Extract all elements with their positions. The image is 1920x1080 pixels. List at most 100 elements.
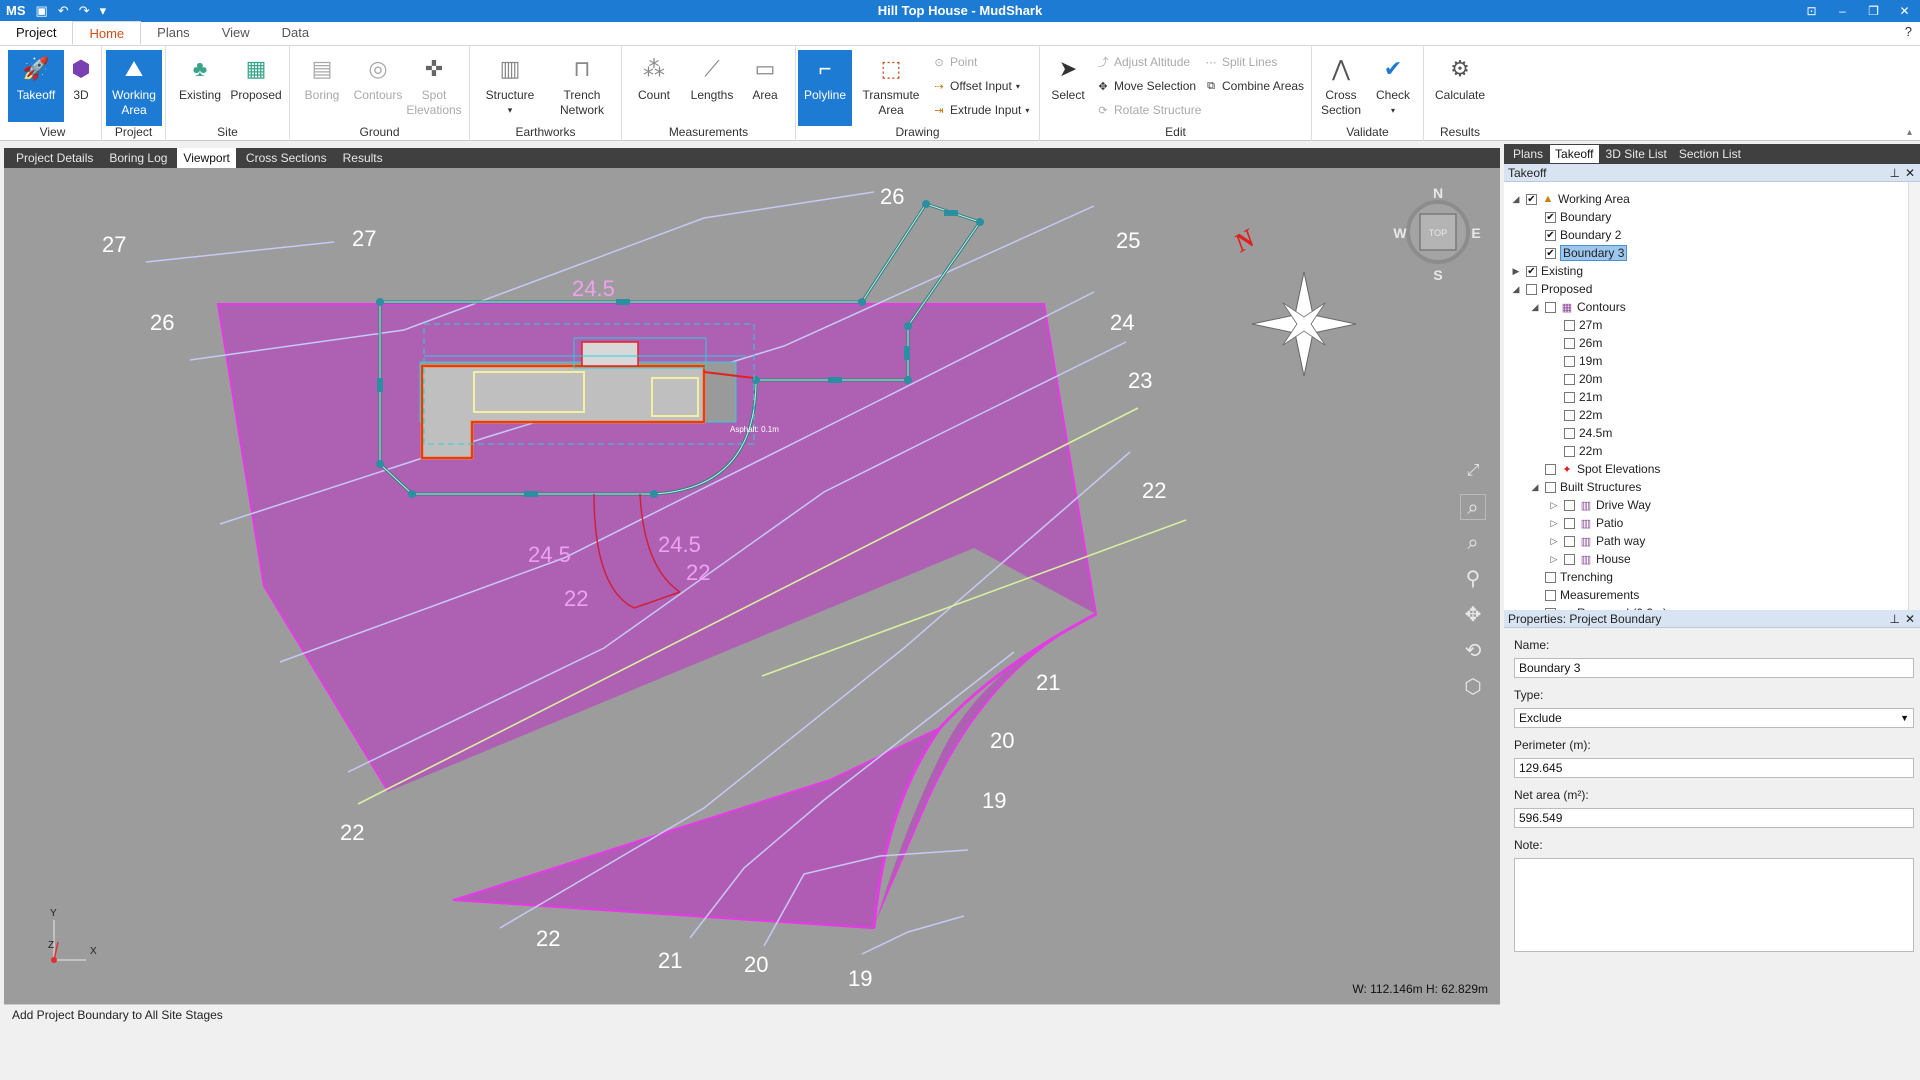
name-field[interactable]: Boundary 3 [1514,658,1914,678]
takeoff-button[interactable]: 🚀 Takeoff [8,50,64,122]
zoom-previous-icon[interactable]: ⌕ [1460,530,1486,556]
restore-icon[interactable]: ❐ [1858,0,1889,22]
type-select[interactable]: Exclude ▼ [1514,708,1914,728]
redo-icon[interactable]: ↷ [79,0,90,22]
tree-item-checkbox[interactable] [1545,571,1556,583]
tree-item-checkbox[interactable] [1564,553,1575,565]
tree-item-checkbox[interactable] [1545,481,1556,493]
tree-item[interactable]: ✦ Spot Elevations [1529,460,1660,478]
tree-item-checkbox[interactable] [1564,535,1575,547]
compass-n[interactable]: N [1433,185,1443,201]
offset-input-button[interactable]: ⇢ Offset Input ▾ [932,76,1019,96]
tree-item[interactable]: ✔ Boundary [1529,208,1611,226]
tree-item-checkbox[interactable]: ✔ [1545,211,1556,223]
compass-e[interactable]: E [1471,225,1480,241]
extrude-input-button[interactable]: ⇥ Extrude Input ▾ [932,100,1029,120]
tree-scrollbar[interactable] [1908,182,1920,610]
tree-item-checkbox[interactable]: ✔ [1526,193,1537,205]
expand-toggle-icon[interactable]: ◢ [1529,302,1541,313]
tree-item-checkbox[interactable] [1564,355,1575,367]
tree-item[interactable]: 26m [1548,334,1602,352]
calculate-button[interactable]: ⚙ Calculate [1428,50,1492,122]
ribbon-display-icon[interactable]: ⊡ [1796,0,1827,22]
help-icon[interactable]: ? [1905,24,1912,39]
tree-item-checkbox[interactable] [1545,589,1556,601]
tree-item[interactable]: 19m [1548,352,1602,370]
expand-toggle-icon[interactable]: ◢ [1529,482,1541,493]
expand-toggle-icon[interactable]: ▶ [1510,266,1522,277]
tree-item[interactable]: Trenching [1529,568,1613,586]
compass-s[interactable]: S [1433,267,1442,283]
tree-item-checkbox[interactable] [1564,373,1575,385]
close-panel-icon[interactable]: ✕ [1905,164,1915,182]
close-panel-icon[interactable]: ✕ [1905,610,1915,628]
tab-viewport[interactable]: Viewport [177,148,236,168]
tree-item[interactable]: ◢ Proposed [1510,280,1593,298]
tab-takeoff-panel[interactable]: Takeoff [1550,145,1599,163]
tree-item-checkbox[interactable] [1564,427,1575,439]
point-button[interactable]: ⊙ Point [932,52,977,72]
tree-item[interactable]: ◢ Built Structures [1529,478,1642,496]
combine-areas-button[interactable]: ⧉ Combine Areas [1204,76,1304,96]
view-box-icon[interactable]: ⬡ [1460,674,1486,700]
undo-icon[interactable]: ↶ [58,0,69,22]
trench-network-button[interactable]: ⊓ Trench Network [550,50,614,128]
expand-toggle-icon[interactable]: ▷ [1548,518,1560,529]
transmute-area-button[interactable]: ⬚ Transmute Area [858,50,924,128]
tree-item[interactable]: ▷ ▥ Patio [1548,514,1624,532]
tab-cross-sections[interactable]: Cross Sections [240,148,333,168]
tree-item-checkbox[interactable]: ✔ [1545,229,1556,241]
pin-icon[interactable]: ⊥ [1890,164,1900,182]
count-button[interactable]: ⁂ Count [626,50,682,122]
customize-icon[interactable]: ▾ [100,0,107,22]
pan-icon[interactable]: ✥ [1460,602,1486,628]
check-button[interactable]: ✔ Check ▾ [1368,50,1418,122]
tree-item-checkbox[interactable] [1545,301,1556,313]
tree-item-checkbox[interactable]: ✔ [1526,265,1537,277]
tree-item-checkbox[interactable] [1564,319,1575,331]
tree-item[interactable]: ▷ ▥ House [1548,550,1631,568]
tree-item[interactable]: Measurements [1529,586,1639,604]
zoom-window-icon[interactable]: ⌕ [1460,494,1486,520]
perimeter-field[interactable]: 129.645 [1514,758,1914,778]
tree-item[interactable]: 27m [1548,316,1602,334]
tree-item[interactable]: ✔ Boundary 2 [1529,226,1621,244]
zoom-icon[interactable]: ⚲ [1460,566,1486,592]
tab-results[interactable]: Results [337,148,389,168]
expand-toggle-icon[interactable]: ▷ [1548,554,1560,565]
rotate-structure-button[interactable]: ⟳ Rotate Structure [1096,100,1201,120]
adjust-altitude-button[interactable]: ⤴ Adjust Altitude [1096,52,1191,72]
compass-w[interactable]: W [1393,225,1407,241]
tree-item[interactable]: ◢ ▦ Contours [1529,298,1626,316]
existing-button[interactable]: ♣ Existing [172,50,228,122]
tree-item[interactable]: 24.5m [1548,424,1612,442]
tree-item[interactable]: ▶ ✔ Existing [1510,262,1584,280]
select-button[interactable]: ➤ Select [1044,50,1092,122]
working-area-button[interactable]: ⛰ Working Area [106,50,162,126]
note-field[interactable] [1514,858,1914,952]
tree-item-checkbox[interactable] [1564,409,1575,421]
viewport-canvas[interactable]: Asphalt: 0.1m 27 27 26 26 25 24 23 22 22… [4,168,1500,1004]
tree-item-checkbox[interactable] [1564,391,1575,403]
close-icon[interactable]: ✕ [1889,0,1920,22]
minimize-icon[interactable]: – [1827,0,1858,22]
tab-plans-panel[interactable]: Plans [1508,145,1548,163]
expand-toggle-icon[interactable]: ◢ [1510,194,1522,205]
3d-button[interactable]: ⬢ 3D [64,50,98,122]
tab-project-details[interactable]: Project Details [10,148,99,168]
tree-item[interactable]: 21m [1548,388,1602,406]
tab-home[interactable]: Home [72,21,142,45]
tree-item[interactable]: ▷ ▥ Drive Way [1548,496,1651,514]
tree-item-checkbox[interactable] [1545,463,1556,475]
spot-elevations-button[interactable]: ✜ Spot Elevations [406,50,462,128]
move-selection-button[interactable]: ✥ Move Selection [1096,76,1196,96]
contours-button[interactable]: ◎ Contours [350,50,406,122]
tree-item-checkbox[interactable] [1564,445,1575,457]
structure-button[interactable]: ▥ Structure ▾ [480,50,540,122]
net-area-field[interactable]: 596.549 [1514,808,1914,828]
tree-item[interactable]: 20m [1548,370,1602,388]
tree-item-checkbox[interactable] [1564,517,1575,529]
polyline-button[interactable]: ⌐ Polyline [798,50,852,126]
split-lines-button[interactable]: ⋯ Split Lines [1204,52,1278,72]
zoom-extents-icon[interactable]: ⤢ [1460,458,1486,484]
